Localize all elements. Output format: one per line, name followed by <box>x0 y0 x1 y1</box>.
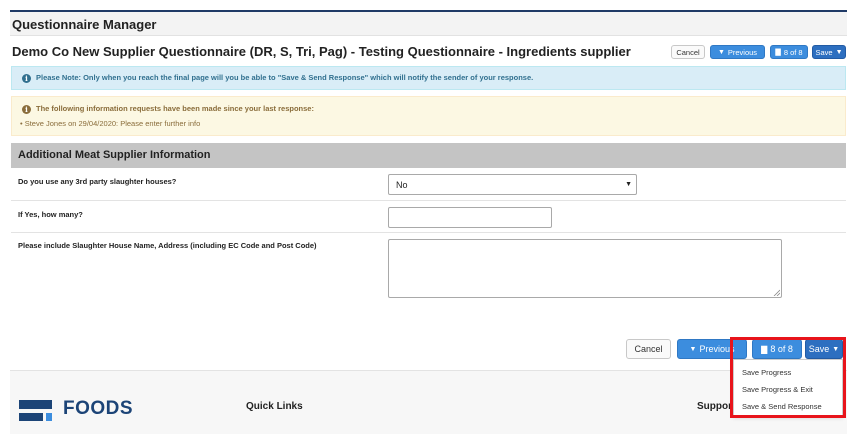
footer-support-heading: Support <box>697 401 736 412</box>
save-dropdown-menu: Save Progress Save Progress & Exit Save … <box>733 359 843 416</box>
section-title: Additional Meat Supplier Information <box>18 149 211 161</box>
top-previous-button[interactable]: ▼ Previous <box>710 45 765 59</box>
top-previous-label: Previous <box>727 47 758 57</box>
select-value: No <box>396 180 408 190</box>
slaughter-house-details-textarea[interactable] <box>388 239 782 298</box>
bottom-page-indicator-button[interactable]: ▇ 8 of 8 <box>752 339 802 359</box>
book-icon: ▇ <box>761 344 768 354</box>
caret-down-icon: ▼ <box>717 48 725 56</box>
bottom-cancel-button[interactable]: Cancel <box>626 339 671 359</box>
menu-item-save-send-response[interactable]: Save & Send Response <box>742 402 822 411</box>
info-alert: i Please Note: Only when you reach the f… <box>11 66 846 90</box>
resize-grip-icon[interactable] <box>773 289 780 296</box>
info-circle-icon: i <box>22 74 31 83</box>
section-header: Additional Meat Supplier Information <box>11 143 846 168</box>
bottom-save-button[interactable]: Save ▼ <box>805 339 843 359</box>
app-header: Questionnaire Manager <box>10 12 847 36</box>
questionnaire-title: Demo Co New Supplier Questionnaire (DR, … <box>12 44 631 59</box>
footer-logo-text: FOODS <box>63 398 134 419</box>
question-label: Please include Slaughter House Name, Add… <box>18 241 317 250</box>
menu-item-save-progress[interactable]: Save Progress <box>742 368 791 377</box>
book-icon: ▇ <box>775 49 781 56</box>
how-many-input[interactable] <box>388 207 552 228</box>
menu-item-save-progress-exit[interactable]: Save Progress & Exit <box>742 385 813 394</box>
slaughter-houses-select[interactable]: No ▼ <box>388 174 637 195</box>
top-save-button[interactable]: Save ▼ <box>812 45 846 59</box>
top-page-label: 8 of 8 <box>783 47 803 57</box>
logo-mark <box>19 413 43 421</box>
bottom-save-label: Save <box>808 344 830 354</box>
warning-alert-item-text: Steve Jones on 29/04/2020: Please enter … <box>24 119 201 128</box>
bottom-previous-button[interactable]: ▼ Previous <box>677 339 747 359</box>
bottom-page-label: 8 of 8 <box>770 344 793 354</box>
top-save-label: Save <box>815 47 833 57</box>
question-label: Do you use any 3rd party slaughter house… <box>18 177 177 186</box>
warning-alert: i The following information requests hav… <box>11 96 846 136</box>
logo-mark <box>19 400 52 409</box>
caret-down-icon: ▼ <box>835 48 843 56</box>
bottom-previous-label: Previous <box>699 344 735 354</box>
top-cancel-label: Cancel <box>676 47 700 57</box>
top-cancel-button[interactable]: Cancel <box>671 45 705 59</box>
caret-down-icon: ▼ <box>832 345 840 353</box>
top-page-indicator-button[interactable]: ▇ 8 of 8 <box>770 45 808 59</box>
footer-quick-links-heading: Quick Links <box>246 401 303 412</box>
caret-down-icon: ▼ <box>625 181 632 188</box>
bottom-cancel-label: Cancel <box>634 344 663 354</box>
question-label: If Yes, how many? <box>18 210 83 219</box>
info-circle-icon: i <box>22 105 31 114</box>
warning-alert-heading: The following information requests have … <box>36 104 314 113</box>
app-title: Questionnaire Manager <box>12 17 157 32</box>
caret-down-icon: ▼ <box>689 345 697 353</box>
logo-mark <box>46 413 52 421</box>
info-alert-text: Please Note: Only when you reach the fin… <box>36 73 534 82</box>
warning-alert-item: • Steve Jones on 29/04/2020: Please ente… <box>20 119 201 128</box>
